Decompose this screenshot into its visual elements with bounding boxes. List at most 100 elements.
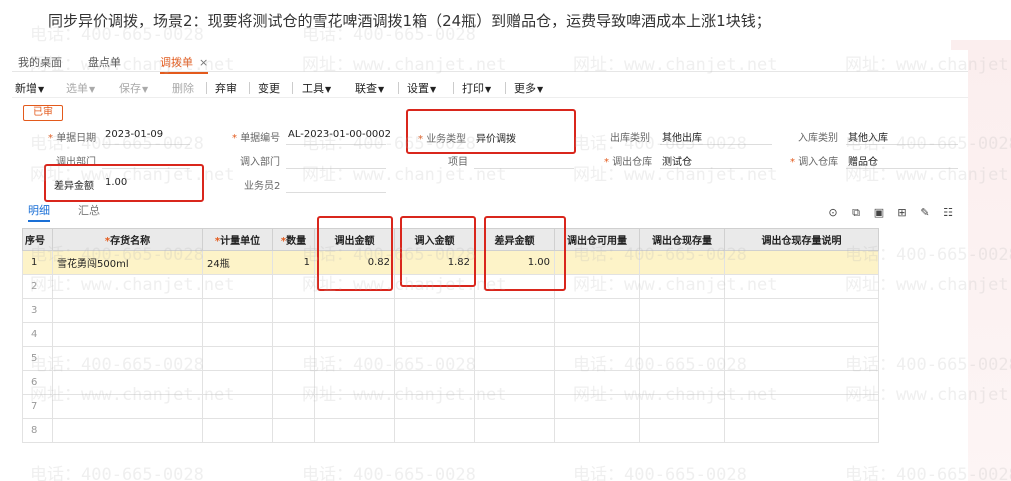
field-underline [286,192,386,193]
table-row[interactable]: 4 [22,322,879,347]
item-name-cell[interactable]: 雪花勇闯500ml [52,250,203,275]
highlight-box-diff [44,164,204,202]
chevron-down-icon: ▼ [325,85,332,94]
table-row[interactable]: 6 [22,370,879,395]
tab-bar: 我的桌面 盘点单 调拨单 × [12,50,968,74]
link-query-menu[interactable]: 联查▼ [355,80,384,96]
out-available-cell[interactable] [554,250,640,275]
unaudit-button[interactable]: 弃审 [215,80,237,96]
tab-stocktake[interactable]: 盘点单 [88,54,121,70]
tab-summary[interactable]: 汇总 [78,202,100,218]
in-wh-field[interactable]: 赠品仓 [848,153,878,168]
table-row[interactable]: 3 [22,298,879,323]
tab-detail[interactable]: 明细 [28,202,50,222]
chevron-down-icon: ▼ [485,85,492,94]
row-index: 8 [22,418,53,443]
divider [398,82,399,94]
chevron-down-icon: ▼ [378,85,385,94]
more-menu[interactable]: 更多▼ [514,80,543,96]
in-type-label: 入库类别 [798,133,838,144]
caption-text: 同步异价调拨，场景2：现要将测试仓的雪花啤酒调拨1箱（24瓶）到赠品仓，运费导致… [48,12,771,30]
row-index: 5 [22,346,53,371]
location-icon[interactable]: ⊙ [827,207,839,219]
out-wh-label: * 调出仓库 [604,157,653,168]
col-header-out-stock[interactable]: 调出仓现存量 [639,228,725,251]
table-row[interactable]: 7 [22,394,879,419]
save-button[interactable]: 保存▼ [119,80,148,96]
field-underline [102,144,190,145]
col-header-unit[interactable]: *计量单位 [202,228,273,251]
row-index: 4 [22,322,53,347]
field-underline [846,144,958,145]
paste-icon[interactable]: ▣ [873,207,885,219]
divider [206,82,207,94]
field-underline [660,144,772,145]
edit-icon[interactable]: ✎ [919,207,931,219]
divider [453,82,454,94]
field-underline [286,168,386,169]
chevron-down-icon: ▼ [38,85,45,94]
divider [249,82,250,94]
field-underline [474,168,574,169]
new-button[interactable]: 新增▼ [15,80,44,96]
doc-date-field[interactable]: 2023-01-09 [105,129,163,140]
col-header-out-available[interactable]: 调出仓可用量 [554,228,640,251]
tab-transfer-label: 调拨单 [160,56,193,69]
status-badge: 已审 [23,105,63,121]
in-type-field[interactable]: 其他入库 [848,129,888,144]
row-index: 1 [22,250,53,275]
row-index: 7 [22,394,53,419]
settings-label: 设置 [407,82,429,95]
doc-no-field[interactable]: AL-2023-01-00-0002 [288,129,391,140]
doc-no-label: * 单据编号 [232,133,281,144]
tab-my-desktop[interactable]: 我的桌面 [18,54,62,70]
copy-icon[interactable]: ⧉ [850,207,862,219]
out-type-field[interactable]: 其他出库 [662,129,702,144]
print-menu[interactable]: 打印▼ [462,80,491,96]
col-header-qty[interactable]: *数量 [272,228,315,251]
col-header-out-stock-desc[interactable]: 调出仓现存量说明 [724,228,879,251]
row-index: 2 [22,274,53,299]
divider [292,82,293,94]
import-icon[interactable]: ⊞ [896,207,908,219]
table-row[interactable]: 8 [22,418,879,443]
field-underline [846,168,958,169]
in-wh-label: * 调入仓库 [790,157,839,168]
out-type-label: 出库类别 [610,133,650,144]
row-index: 3 [22,298,53,323]
chevron-down-icon: ▼ [430,85,437,94]
app-window: 我的桌面 盘点单 调拨单 × 新增▼ 选单▼ 保存▼ 删除 弃审 变更 工具▼ 联… [12,50,968,481]
chevron-down-icon: ▼ [89,85,96,94]
delete-button[interactable]: 删除 [172,80,194,96]
highlight-box-biz-type [406,109,576,154]
select-label: 选单 [66,82,88,95]
tools-menu[interactable]: 工具▼ [302,80,331,96]
col-header-item-name[interactable]: *存货名称 [52,228,203,251]
chevron-down-icon: ▼ [537,85,544,94]
col-header-index: 序号 [22,228,53,251]
link-label: 联查 [355,82,377,95]
doc-date-label: * 单据日期 [48,133,97,144]
in-dept-label: 调入部门 [240,157,280,168]
new-label: 新增 [15,82,37,95]
highlight-box-diff-amount [484,216,566,291]
project-label: 项目 [448,157,468,168]
out-wh-field[interactable]: 测试仓 [662,153,692,168]
out-stock-desc-cell[interactable] [724,250,879,275]
settings-menu[interactable]: 设置▼ [407,80,436,96]
more-label: 更多 [514,82,536,95]
unit-cell[interactable]: 24瓶 [202,250,273,275]
change-button[interactable]: 变更 [258,80,280,96]
qty-cell[interactable]: 1 [272,250,315,275]
highlight-box-out-amount [317,216,393,291]
field-underline [286,144,386,145]
clerk2-label: 业务员2 [244,181,281,192]
print-label: 打印 [462,82,484,95]
close-icon[interactable]: × [199,56,208,69]
column-settings-icon[interactable]: ☷ [942,207,954,219]
out-stock-cell[interactable] [639,250,725,275]
table-row[interactable]: 5 [22,346,879,371]
chevron-down-icon: ▼ [142,85,149,94]
tab-transfer-order[interactable]: 调拨单 × [160,54,209,74]
select-button[interactable]: 选单▼ [66,80,95,96]
